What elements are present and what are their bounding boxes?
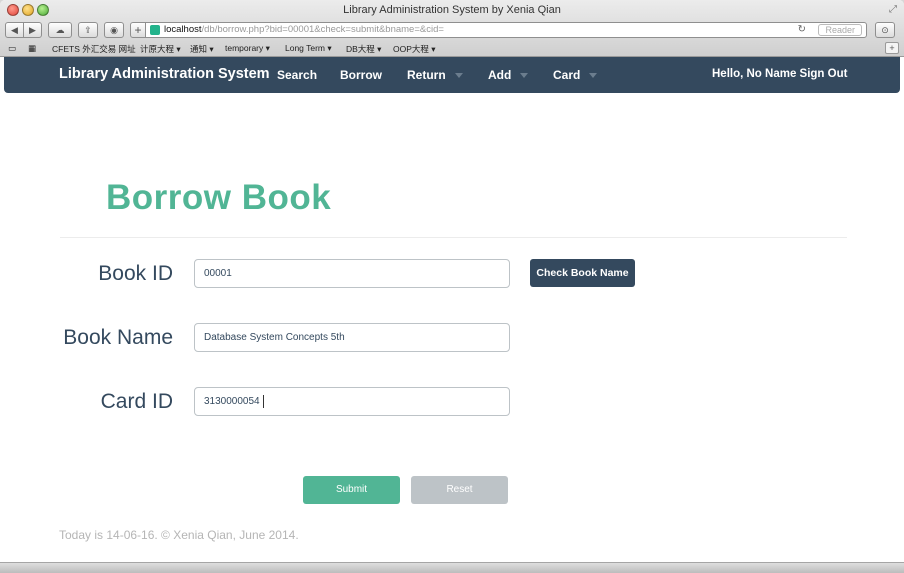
url-path: /db/borrow.php?bid=00001&check=submit&bn… [201, 24, 444, 35]
check-book-name-button[interactable]: Check Book Name [530, 259, 635, 287]
reader-button[interactable]: Reader [818, 24, 862, 36]
nav-label: Search [277, 68, 318, 82]
site-favicon-icon [150, 25, 160, 35]
address-bar[interactable]: localhost/db/borrow.php?bid=00001&check=… [145, 22, 867, 38]
nav-label: Return [407, 68, 446, 82]
browser-window: Library Administration System by Xenia Q… [0, 0, 904, 573]
window-title: Library Administration System by Xenia Q… [343, 4, 561, 16]
app-navbar: Library Administration System Search Bor… [4, 57, 900, 93]
brand-link[interactable]: Library Administration System [59, 66, 270, 82]
bookmark-item[interactable]: DB大程 ▾ [346, 43, 381, 55]
book-name-label: Book Name [63, 326, 173, 349]
window-bottom-bar [0, 562, 904, 573]
user-signout-link[interactable]: Hello, No Name Sign Out [712, 68, 847, 80]
nav-borrow[interactable]: Borrow [340, 68, 382, 82]
nav-add-dropdown[interactable]: Add [488, 68, 529, 82]
fullscreen-icon[interactable]: ⤢ [889, 4, 897, 15]
title-bar: Library Administration System by Xenia Q… [0, 0, 904, 20]
caret-down-icon [454, 73, 463, 79]
downloads-icon[interactable]: ⊙ [875, 22, 895, 38]
text-cursor [263, 395, 264, 408]
submit-button[interactable]: Submit [303, 476, 400, 504]
forward-button[interactable]: ▶ [23, 22, 42, 38]
cloud-tabs-icon[interactable]: ☁ [48, 22, 72, 38]
bookmark-item[interactable]: Long Term ▾ [285, 43, 332, 54]
reload-icon[interactable]: ↻ [798, 23, 806, 37]
nav-label: Borrow [340, 68, 382, 82]
browser-chrome: Library Administration System by Xenia Q… [0, 0, 904, 57]
card-id-label: Card ID [100, 390, 173, 413]
card-id-input[interactable] [194, 387, 510, 416]
reset-button[interactable]: Reset [411, 476, 508, 504]
browser-toolbar: ◀ ▶ ☁ ⇪ ◉ + localhost/db/borrow.php?bid=… [0, 20, 904, 40]
bookmarks-bar: ▭ ▦ CFETS 外汇交易 网址 计原大程 ▾ 通知 ▾ temporary … [0, 40, 904, 56]
url-host: localhost [164, 24, 202, 35]
bookmark-item[interactable]: temporary ▾ [225, 43, 270, 54]
extension-icon[interactable]: ◉ [104, 22, 124, 38]
footer-text: Today is 14-06-16. © Xenia Qian, June 20… [59, 528, 299, 542]
caret-down-icon [520, 73, 529, 79]
nav-card-dropdown[interactable]: Card [553, 68, 598, 82]
new-tab-icon[interactable]: + [885, 42, 899, 54]
bookmark-item[interactable]: 通知 ▾ [190, 43, 214, 55]
book-id-input[interactable] [194, 259, 510, 288]
back-button[interactable]: ◀ [5, 22, 24, 38]
nav-label: Card [553, 68, 581, 82]
share-icon[interactable]: ⇪ [78, 22, 98, 38]
bookmark-item[interactable]: 计原大程 ▾ [140, 43, 181, 55]
book-id-label: Book ID [98, 262, 173, 285]
caret-down-icon [589, 73, 598, 79]
nav-return-dropdown[interactable]: Return [407, 68, 463, 82]
bookmark-item[interactable]: CFETS 外汇交易 网址 [52, 43, 136, 55]
divider [60, 237, 847, 238]
bookmark-item[interactable]: OOP大程 ▾ [393, 43, 436, 55]
page-title: Borrow Book [106, 178, 332, 217]
top-sites-icon[interactable]: ▦ [28, 43, 36, 54]
nav-search[interactable]: Search [277, 68, 317, 82]
book-name-input[interactable] [194, 323, 510, 352]
nav-label: Add [488, 68, 512, 82]
reading-list-icon[interactable]: ▭ [8, 43, 16, 54]
add-bookmark-icon[interactable]: + [130, 22, 146, 38]
